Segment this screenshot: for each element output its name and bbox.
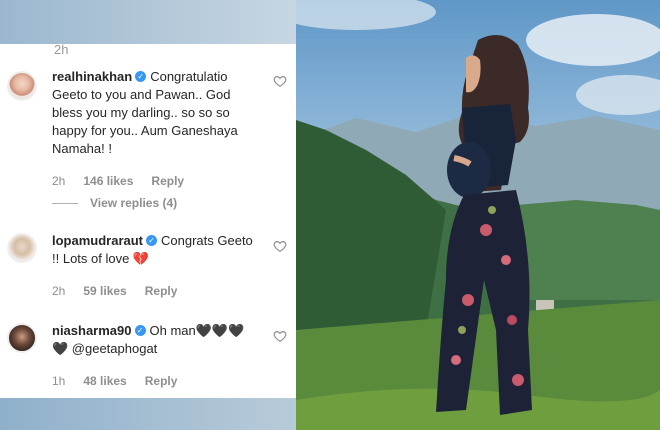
comments-screenshot-panel: 2h realhinakhan ✓ Congratulatio Geeto to y…	[0, 0, 296, 430]
flower-pattern	[512, 374, 524, 386]
avatar[interactable]	[7, 233, 37, 263]
heart-outline-icon[interactable]	[273, 239, 287, 253]
verified-badge-icon: ✓	[134, 325, 146, 337]
comment-meta: 2h 59 likes Reply	[52, 284, 195, 298]
verified-badge-icon: ✓	[135, 71, 147, 83]
comment-username[interactable]: niasharma90	[52, 323, 132, 338]
flower-pattern	[507, 315, 517, 325]
photo-pregnant-woman-mountains	[296, 0, 660, 430]
comment-time: 1h	[52, 374, 66, 388]
comment-likes[interactable]: 59 likes	[83, 284, 126, 298]
reply-button[interactable]: Reply	[151, 174, 184, 188]
comment-likes[interactable]: 146 likes	[83, 174, 133, 188]
reply-button[interactable]: Reply	[145, 284, 178, 298]
heart-outline-icon[interactable]	[273, 74, 287, 88]
avatar[interactable]	[7, 71, 37, 101]
cloud-shape	[576, 75, 660, 115]
cloud-shape	[526, 14, 660, 66]
comment-time: 2h	[52, 174, 66, 188]
flower-pattern	[480, 224, 492, 236]
avatar[interactable]	[7, 323, 37, 353]
heart-outline-icon[interactable]	[273, 329, 287, 343]
replies-divider-line	[52, 203, 78, 205]
comments-card: 2h realhinakhan ✓ Congratulatio Geeto to y…	[0, 42, 296, 398]
verified-badge-icon: ✓	[146, 235, 158, 247]
previous-comment-timestamp: 2h	[54, 42, 69, 57]
photo-illustration	[296, 0, 660, 430]
comment-body: realhinakhan ✓ Congratulatio Geeto to you …	[52, 68, 260, 158]
leaf-pattern	[458, 326, 466, 334]
leaf-pattern	[488, 206, 496, 214]
flower-pattern	[462, 294, 474, 306]
view-replies-button[interactable]: View replies (4)	[52, 196, 177, 210]
comment-body: lopamudraraut ✓ Congrats Geeto !! Lots of …	[52, 232, 260, 268]
cloud-shape	[296, 0, 436, 30]
blurred-background-bottom	[0, 398, 296, 430]
comment-username[interactable]: lopamudraraut	[52, 233, 143, 248]
flower-pattern	[501, 255, 511, 265]
comment-likes[interactable]: 48 likes	[83, 374, 126, 388]
comment-body: niasharma90 ✓ Oh man🖤🖤🖤🖤 @geetaphogat	[52, 322, 260, 358]
view-replies-label[interactable]: View replies (4)	[90, 196, 177, 210]
comment-username[interactable]: realhinakhan	[52, 69, 132, 84]
blurred-background-top	[0, 0, 296, 44]
belly-shape	[447, 142, 491, 198]
reply-button[interactable]: Reply	[145, 374, 178, 388]
flower-pattern	[451, 355, 461, 365]
comment-time: 2h	[52, 284, 66, 298]
hillside-right	[516, 200, 660, 300]
comment-meta: 2h 146 likes Reply	[52, 174, 202, 188]
comment-meta: 1h 48 likes Reply	[52, 374, 195, 388]
